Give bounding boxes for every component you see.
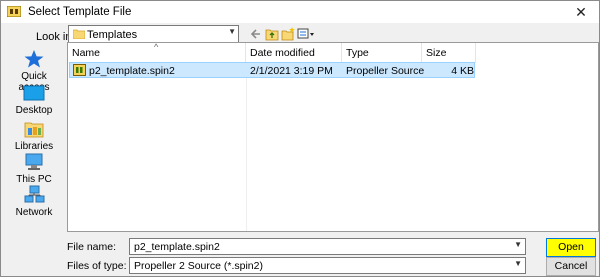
places-bar: Quick access Desktop Libraries This PC	[5, 43, 63, 233]
file-type: Propeller Source C...	[346, 65, 424, 77]
libraries-icon	[24, 122, 44, 138]
chevron-down-icon: ▼	[228, 27, 236, 36]
column-header-type-label: Type	[346, 47, 369, 59]
filename-input[interactable]: p2_template.spin2 ▼	[129, 238, 526, 255]
column-header-date[interactable]: Date modified	[246, 43, 342, 63]
view-menu-icon[interactable]	[297, 26, 315, 42]
column-header-date-label: Date modified	[250, 47, 315, 59]
lookin-value: Templates	[87, 29, 138, 41]
spin-file-icon	[73, 64, 86, 76]
chevron-down-icon: ▼	[514, 240, 522, 249]
up-folder-icon[interactable]	[265, 26, 279, 42]
app-icon	[7, 6, 21, 17]
back-arrow-icon[interactable]	[250, 26, 262, 42]
title-bar: Select Template File ✕	[1, 1, 599, 23]
file-date: 2/1/2021 3:19 PM	[250, 65, 333, 77]
computer-icon	[25, 153, 43, 170]
column-header-name-label: Name	[72, 47, 101, 59]
column-header-name[interactable]: Name ^	[68, 42, 246, 63]
filetype-value: Propeller 2 Source (*.spin2)	[134, 260, 263, 272]
place-network[interactable]: Network	[5, 185, 63, 218]
dialog-window: Select Template File ✕ Look in: Template…	[0, 0, 600, 277]
network-icon	[24, 185, 45, 203]
filetype-select[interactable]: Propeller 2 Source (*.spin2) ▼	[129, 257, 526, 274]
column-divider	[246, 63, 247, 231]
filetype-label: Files of type:	[67, 260, 127, 272]
place-label: Libraries	[14, 141, 54, 152]
place-label: Network	[15, 207, 53, 218]
close-icon: ✕	[575, 4, 587, 20]
place-this-pc[interactable]: This PC	[5, 152, 63, 185]
column-header-size[interactable]: Size	[422, 43, 476, 63]
new-folder-icon[interactable]	[281, 26, 295, 42]
place-label: Desktop	[15, 105, 53, 116]
folder-icon	[73, 29, 85, 39]
open-button[interactable]: Open	[546, 238, 596, 257]
desktop-icon	[23, 85, 45, 101]
place-desktop[interactable]: Desktop	[5, 85, 63, 116]
close-button[interactable]: ✕	[569, 3, 593, 21]
place-label: This PC	[16, 174, 52, 185]
column-header-type[interactable]: Type	[342, 43, 422, 63]
cancel-button[interactable]: Cancel	[546, 257, 596, 276]
table-row[interactable]: p2_template.spin2 2/1/2021 3:19 PM Prope…	[69, 62, 475, 78]
sort-caret-icon: ^	[154, 42, 159, 52]
file-name: p2_template.spin2	[89, 65, 175, 77]
window-title: Select Template File	[28, 6, 132, 18]
place-libraries[interactable]: Libraries	[5, 119, 63, 152]
star-icon	[24, 50, 44, 68]
chevron-down-icon: ▼	[514, 259, 522, 268]
filename-label: File name:	[67, 241, 117, 253]
file-list[interactable]: Name ^ Date modified Type Size p2_templa…	[67, 42, 599, 232]
column-header-size-label: Size	[426, 47, 447, 59]
filename-value: p2_template.spin2	[134, 241, 220, 253]
file-size: 4 KB	[451, 65, 474, 77]
